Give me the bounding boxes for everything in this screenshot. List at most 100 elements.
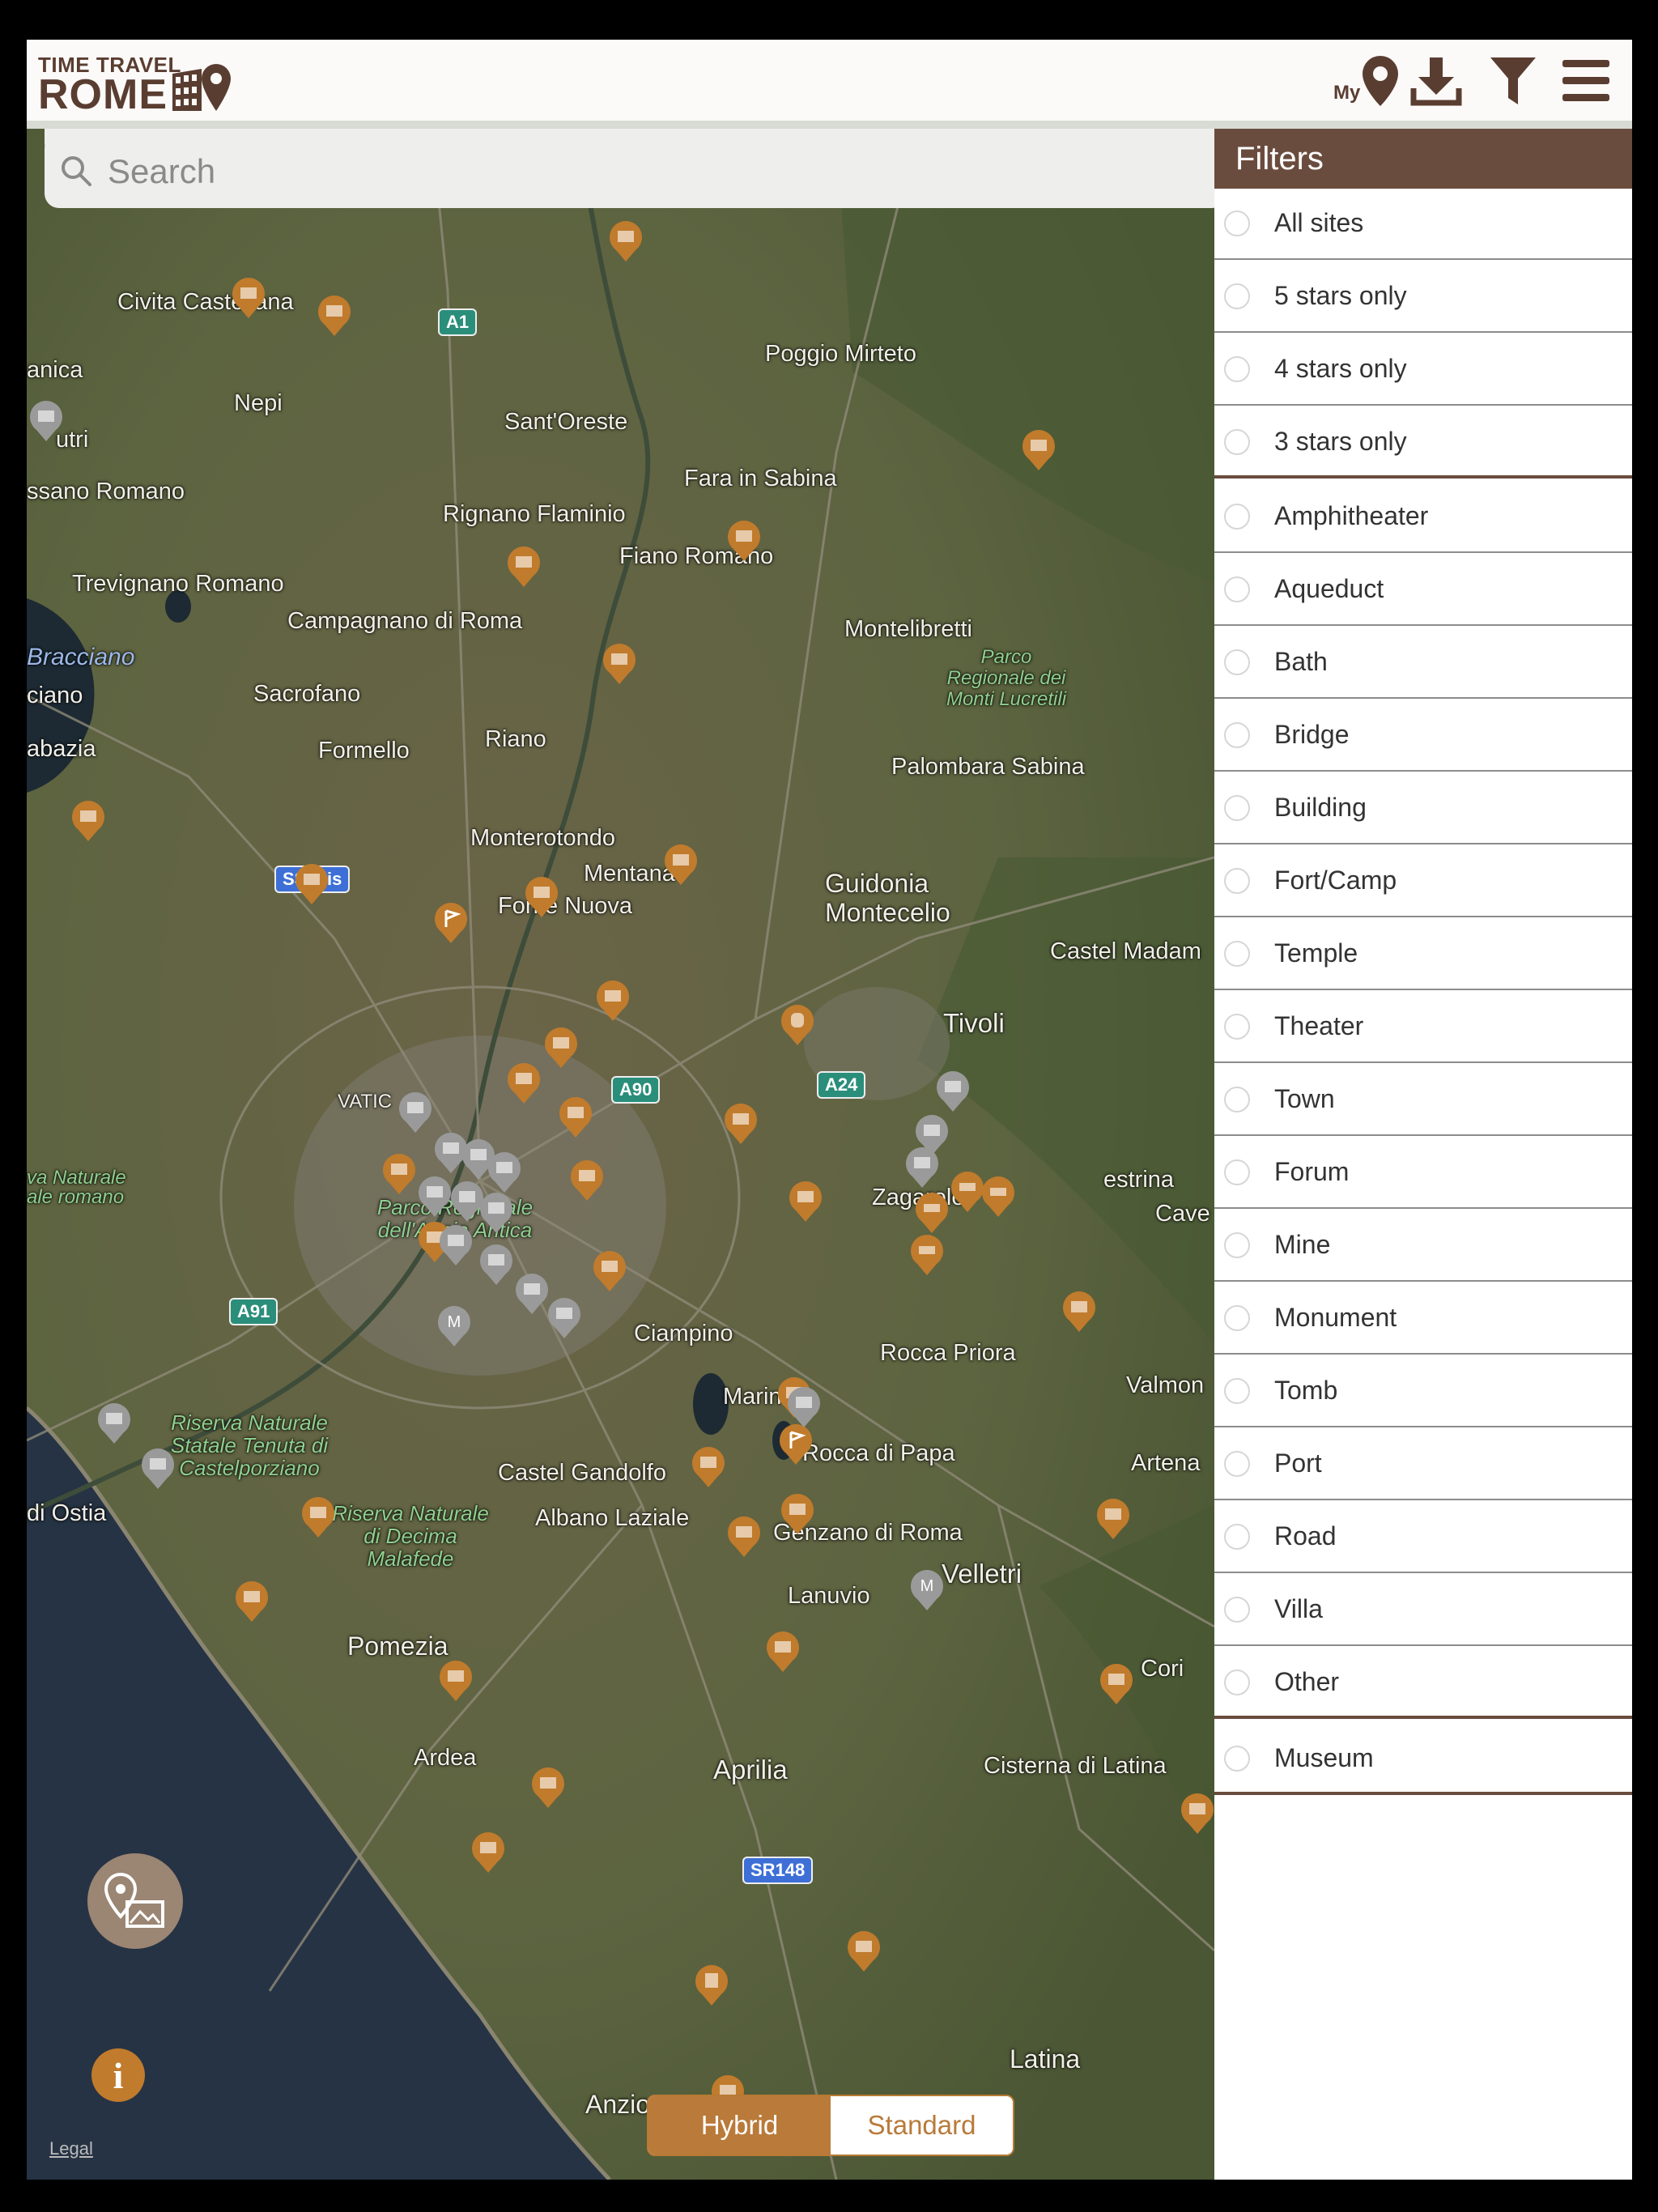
museum-pin-icon[interactable] <box>477 1189 516 1235</box>
site-pin-icon[interactable] <box>606 218 645 263</box>
site-pin-icon[interactable] <box>1094 1495 1133 1541</box>
my-location-button[interactable]: My <box>1330 53 1403 109</box>
site-pin-icon[interactable] <box>568 1157 606 1202</box>
site-pin-icon[interactable] <box>908 1231 946 1277</box>
filter-option[interactable]: Building <box>1214 773 1632 844</box>
museum-pin-icon[interactable] <box>27 398 66 443</box>
filter-option[interactable]: Road <box>1214 1502 1632 1573</box>
site-pin-icon[interactable] <box>315 292 354 338</box>
filter-option[interactable]: Fort/Camp <box>1214 846 1632 917</box>
site-pin-icon[interactable] <box>763 1628 802 1674</box>
filter-option[interactable]: 4 stars only <box>1214 334 1632 406</box>
filter-option[interactable]: Bath <box>1214 627 1632 699</box>
site-pin-icon[interactable] <box>912 1189 951 1235</box>
radio-button[interactable] <box>1224 504 1250 530</box>
download-button[interactable] <box>1407 53 1465 109</box>
radio-button[interactable] <box>1224 1746 1250 1772</box>
site-pin-icon[interactable] <box>504 543 543 589</box>
radio-button[interactable] <box>1224 868 1250 894</box>
radio-button[interactable] <box>1224 1159 1250 1185</box>
menu-button[interactable] <box>1557 53 1615 109</box>
filter-option[interactable]: Town <box>1214 1065 1632 1136</box>
radio-button[interactable] <box>1224 649 1250 675</box>
radio-button[interactable] <box>1224 1378 1250 1404</box>
filter-option[interactable]: Aqueduct <box>1214 555 1632 626</box>
search-field[interactable] <box>45 134 1226 208</box>
radio-button[interactable] <box>1224 1597 1250 1623</box>
radio-button[interactable] <box>1224 1014 1250 1040</box>
site-pin-icon[interactable] <box>721 1100 760 1146</box>
site-pin-icon[interactable] <box>380 1151 419 1196</box>
radio-button[interactable] <box>1224 356 1250 382</box>
site-pin-icon[interactable] <box>590 1248 629 1293</box>
radio-button[interactable] <box>1224 1524 1250 1550</box>
filter-option[interactable]: Museum <box>1214 1724 1632 1795</box>
standard-map-button[interactable]: Standard <box>831 2096 1013 2155</box>
museum-pin-icon[interactable] <box>545 1295 584 1340</box>
site-pin-icon[interactable] <box>504 1060 543 1105</box>
hybrid-map-button[interactable]: Hybrid <box>648 2096 831 2155</box>
site-pin-icon[interactable] <box>522 874 561 919</box>
museum-pin-icon[interactable] <box>933 1068 972 1113</box>
site-pin-icon[interactable] <box>725 517 763 563</box>
filter-option[interactable]: Other <box>1214 1648 1632 1719</box>
museum-pin-icon[interactable] <box>95 1400 134 1445</box>
info-button[interactable]: i <box>91 2048 145 2102</box>
map-type-segmented-control[interactable]: Hybrid Standard <box>647 2095 1014 2156</box>
site-pin-icon[interactable] <box>661 841 700 887</box>
radio-button[interactable] <box>1224 211 1250 236</box>
site-pin-icon[interactable] <box>436 1657 475 1703</box>
site-pin-icon[interactable] <box>232 1578 271 1623</box>
site-pin-icon[interactable] <box>778 1002 817 1047</box>
radio-button[interactable] <box>1224 1305 1250 1331</box>
filter-option[interactable]: Theater <box>1214 992 1632 1063</box>
filter-option[interactable]: Villa <box>1214 1575 1632 1646</box>
app-logo[interactable]: TIME TRAVEL ROME <box>38 51 249 118</box>
museum-pin-icon[interactable] <box>138 1445 177 1491</box>
site-pin-icon[interactable] <box>556 1094 595 1139</box>
filter-option[interactable]: Tomb <box>1214 1356 1632 1427</box>
museum-pin-icon[interactable]: M <box>435 1303 474 1348</box>
site-pin-icon[interactable] <box>979 1173 1018 1219</box>
site-pin-icon[interactable] <box>1060 1288 1099 1334</box>
museum-pin-icon[interactable]: M <box>908 1567 946 1612</box>
legal-link[interactable]: Legal <box>49 2138 93 2159</box>
site-pin-icon[interactable] <box>1178 1790 1214 1836</box>
museum-pin-icon[interactable] <box>912 1112 951 1157</box>
site-pin-icon[interactable] <box>844 1928 883 1973</box>
site-pin-icon[interactable] <box>1097 1661 1136 1706</box>
site-pin-icon[interactable] <box>1019 427 1058 472</box>
filter-option[interactable]: 3 stars only <box>1214 407 1632 479</box>
site-pin-icon[interactable] <box>542 1024 580 1070</box>
site-pin-icon[interactable] <box>469 1829 508 1874</box>
site-pin-icon[interactable] <box>778 1491 817 1536</box>
photo-location-button[interactable] <box>87 1853 183 1949</box>
site-pin-icon[interactable] <box>786 1178 825 1223</box>
radio-button[interactable] <box>1224 576 1250 602</box>
filter-option[interactable]: 5 stars only <box>1214 262 1632 333</box>
filter-button[interactable] <box>1484 53 1542 109</box>
radio-button[interactable] <box>1224 429 1250 455</box>
filter-option[interactable]: Monument <box>1214 1283 1632 1355</box>
site-pin-icon[interactable] <box>229 274 268 320</box>
radio-button[interactable] <box>1224 941 1250 967</box>
radio-button[interactable] <box>1224 283 1250 309</box>
site-pin-icon[interactable] <box>689 1444 728 1489</box>
site-pin-icon[interactable] <box>593 977 632 1023</box>
site-pin-icon[interactable] <box>69 798 108 843</box>
museum-pin-icon[interactable] <box>784 1384 823 1429</box>
radio-button[interactable] <box>1224 795 1250 821</box>
museum-pin-icon[interactable] <box>396 1089 435 1134</box>
museum-pin-icon[interactable] <box>485 1149 524 1194</box>
site-pin-icon[interactable] <box>299 1494 338 1539</box>
site-pin-icon[interactable] <box>692 1962 731 2007</box>
filter-option[interactable]: Port <box>1214 1429 1632 1500</box>
filter-option[interactable]: Bridge <box>1214 700 1632 772</box>
radio-button[interactable] <box>1224 1232 1250 1258</box>
filter-option[interactable]: Temple <box>1214 919 1632 990</box>
museum-pin-icon[interactable] <box>436 1222 475 1267</box>
filter-option[interactable]: Forum <box>1214 1138 1632 1209</box>
site-pin-icon[interactable] <box>292 861 331 906</box>
filter-option[interactable]: Amphitheater <box>1214 482 1632 553</box>
radio-button[interactable] <box>1224 1670 1250 1695</box>
